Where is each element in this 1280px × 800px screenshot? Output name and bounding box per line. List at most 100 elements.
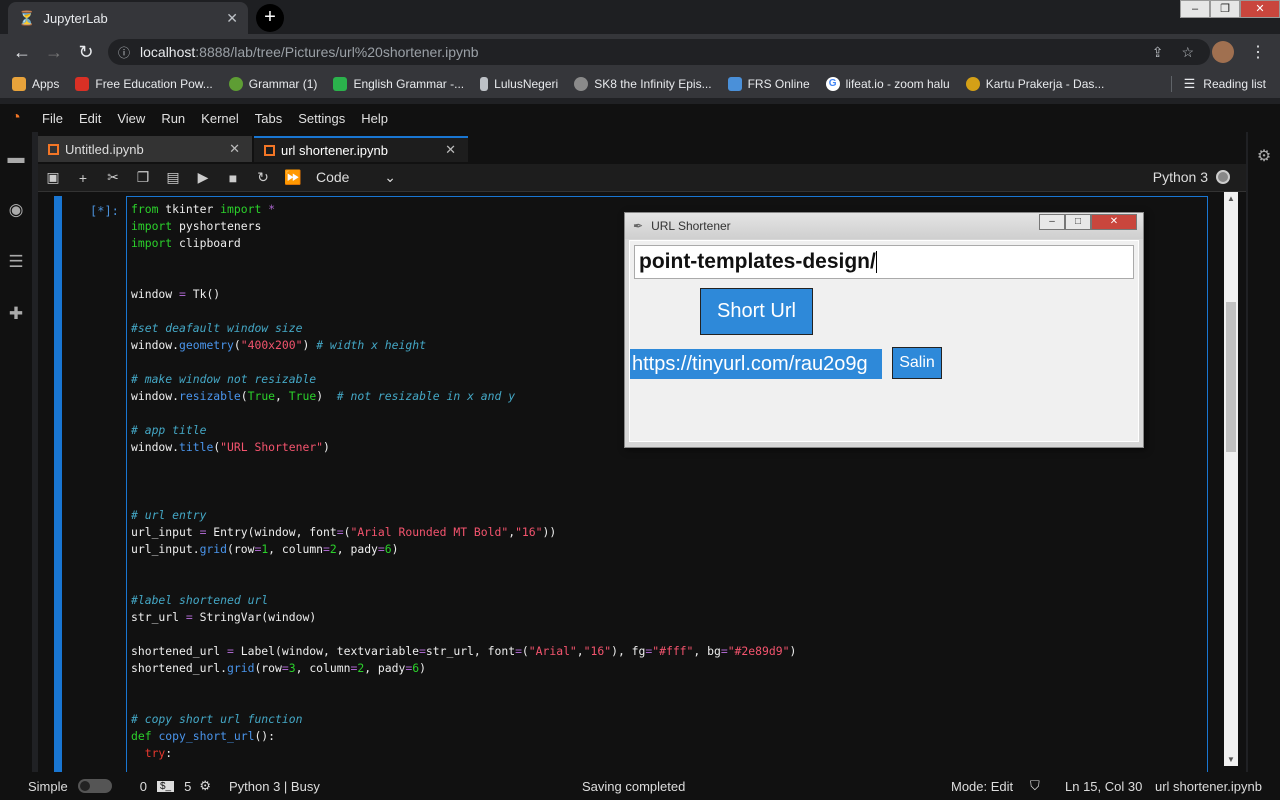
browser-tab-title: JupyterLab [43, 10, 108, 26]
bookmark-favicon-icon [727, 77, 742, 91]
bookmark-item[interactable]: SK8 the Infinity Epis... [574, 77, 712, 91]
maximize-button[interactable]: ❐ [1210, 0, 1240, 18]
reading-list-button[interactable]: ☰ Reading list [1184, 76, 1266, 92]
edit-mode: Mode: Edit [951, 778, 1014, 794]
close-tab-icon[interactable]: ✕ [445, 142, 456, 158]
short-url-button[interactable]: Short Url [700, 288, 813, 335]
run-icon[interactable]: ▶ [188, 169, 218, 186]
menu-tabs[interactable]: Tabs [255, 111, 282, 126]
bookmark-star-icon[interactable]: ☆ [1181, 44, 1194, 61]
browser-menu-icon[interactable]: ⋮ [1250, 42, 1266, 62]
status-bar: Simple 0 $_ 5 ⚙ Python 3 | Busy Saving c… [0, 772, 1280, 800]
profile-avatar[interactable] [1212, 41, 1234, 63]
cell-prompt: [*]: [90, 204, 119, 218]
tk-maximize-button[interactable]: □ [1065, 214, 1091, 230]
menu-file[interactable]: File [42, 111, 63, 126]
tab-url-shortener[interactable]: url shortener.ipynb ✕ [254, 136, 468, 162]
shield-icon[interactable]: ⛉ [1030, 778, 1040, 794]
kernels-count[interactable]: 5 [184, 779, 191, 794]
tk-feather-icon: ✒ [633, 219, 644, 233]
close-tab-icon[interactable]: ✕ [229, 141, 240, 157]
bookmark-favicon-icon [480, 77, 489, 91]
apps-icon [12, 77, 26, 91]
bookmark-item[interactable]: Apps [12, 77, 59, 91]
share-icon[interactable]: ⇪ [1152, 44, 1164, 61]
site-info-icon[interactable]: ⓘ [118, 44, 130, 61]
vertical-scrollbar[interactable]: ▲ ▼ [1224, 192, 1238, 766]
simple-mode-toggle[interactable] [77, 779, 112, 793]
bookmarks-divider [1171, 76, 1172, 92]
property-inspector-icon[interactable]: ⚙ [1248, 146, 1280, 166]
minimize-button[interactable]: – [1180, 0, 1210, 18]
new-tab-button[interactable]: + [256, 4, 284, 32]
bookmark-favicon-icon [333, 77, 348, 91]
cell-type-select[interactable]: Code ⌄ [316, 169, 396, 186]
menu-edit[interactable]: Edit [79, 111, 101, 126]
scroll-up-icon[interactable]: ▲ [1224, 194, 1238, 203]
stop-icon[interactable]: ■ [218, 170, 248, 186]
close-tab-icon[interactable]: ✕ [226, 10, 238, 27]
kernel-indicator[interactable]: Python 3 [1153, 169, 1230, 185]
jupyter-menubar: ◔ File Edit View Run Kernel Tabs Setting… [0, 104, 1280, 132]
scroll-down-icon[interactable]: ▼ [1224, 755, 1238, 764]
copy-icon[interactable]: ❐ [128, 169, 158, 186]
google-icon: G [825, 77, 840, 91]
active-cell-indicator [54, 196, 62, 772]
kernel-busy-icon [1216, 170, 1230, 184]
copy-button[interactable]: Salin [892, 347, 942, 379]
reload-icon[interactable]: ↻ [70, 42, 102, 63]
notebook-icon [48, 143, 59, 155]
text-caret [875, 251, 877, 274]
address-bar[interactable]: ⓘ localhost :8888/lab/tree/Pictures/url%… [108, 39, 1210, 65]
bookmark-item[interactable]: Kartu Prakerja - Das... [965, 77, 1104, 91]
terminals-count[interactable]: 0 [140, 779, 147, 794]
bookmark-item[interactable]: Glifeat.io - zoom halu [825, 77, 950, 91]
bookmark-favicon-icon [965, 77, 980, 91]
folder-icon[interactable]: ▬ [0, 132, 32, 184]
menu-kernel[interactable]: Kernel [201, 111, 239, 126]
jupyter-logo-icon: ◔ [11, 109, 21, 126]
tk-titlebar: ✒ URL Shortener – □ ✕ [625, 213, 1143, 239]
notebook-toolbar: ▣ + ✂ ❐ ▤ ▶ ■ ↻ ⏩ Code ⌄ Python 3 [38, 164, 1246, 192]
menu-settings[interactable]: Settings [298, 111, 345, 126]
cursor-position[interactable]: Ln 15, Col 30 [1065, 779, 1142, 794]
bookmark-item[interactable]: FRS Online [727, 77, 810, 91]
add-cell-icon[interactable]: + [68, 170, 98, 186]
menu-run[interactable]: Run [161, 111, 185, 126]
shortened-url-label: https://tinyurl.com/rau2o9g [630, 349, 882, 379]
scrollbar-thumb[interactable] [1226, 302, 1236, 452]
back-icon[interactable]: ← [6, 42, 38, 63]
cut-icon[interactable]: ✂ [98, 169, 128, 186]
url-input[interactable]: point-templates-design/ [634, 245, 1134, 279]
browser-tab[interactable]: ⏳ JupyterLab ✕ [8, 2, 248, 34]
bookmark-item[interactable]: Grammar (1) [228, 77, 317, 91]
kernel-status[interactable]: Python 3 | Busy [229, 779, 320, 794]
chevron-down-icon: ⌄ [384, 169, 396, 185]
commands-list-icon[interactable]: ☰ [0, 236, 32, 288]
tk-close-button[interactable]: ✕ [1091, 214, 1137, 230]
restart-icon[interactable]: ↻ [248, 169, 278, 186]
paste-icon[interactable]: ▤ [158, 169, 188, 186]
bookmark-item[interactable]: Free Education Pow... [75, 77, 213, 91]
save-icon[interactable]: ▣ [38, 169, 68, 186]
close-window-button[interactable]: ✕ [1240, 0, 1280, 18]
browser-navbar: ← → ↻ ⓘ localhost :8888/lab/tree/Picture… [0, 34, 1280, 70]
tk-minimize-button[interactable]: – [1039, 214, 1065, 230]
save-status: Saving completed [582, 778, 686, 794]
menu-help[interactable]: Help [361, 111, 388, 126]
fast-forward-icon[interactable]: ⏩ [278, 169, 308, 186]
tab-untitled[interactable]: Untitled.ipynb ✕ [38, 136, 252, 162]
extensions-icon[interactable]: ✚ [0, 288, 32, 340]
bookmark-favicon-icon [574, 77, 589, 91]
running-kernels-icon[interactable]: ◉ [0, 184, 32, 236]
bookmark-favicon-icon [75, 77, 90, 91]
bookmark-item[interactable]: LulusNegeri [480, 77, 558, 91]
forward-icon[interactable]: → [38, 42, 70, 63]
tk-body: point-templates-design/ Short Url https:… [629, 240, 1139, 442]
status-filename: url shortener.ipynb [1155, 778, 1262, 794]
terminal-icon: $_ [156, 780, 175, 792]
bookmark-item[interactable]: English Grammar -... [333, 77, 464, 91]
menu-view[interactable]: View [117, 111, 145, 126]
kernel-gear-icon: ⚙ [199, 778, 211, 793]
url-host: localhost [140, 44, 196, 60]
